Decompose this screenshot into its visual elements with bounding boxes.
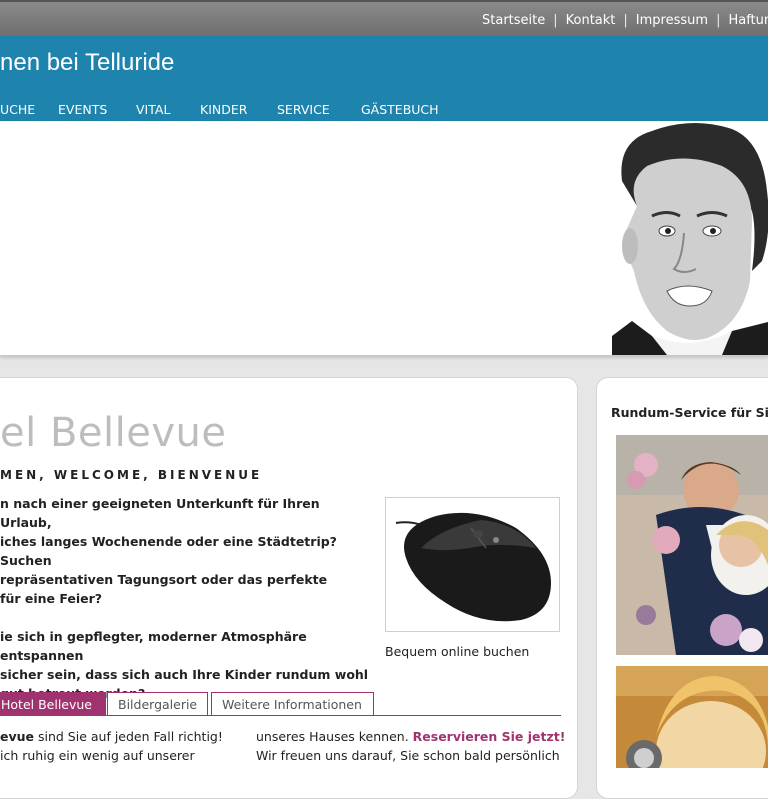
text-line: für eine Feier? bbox=[0, 591, 103, 606]
nav-item-kinder[interactable]: KINDER bbox=[200, 102, 247, 117]
separator: | bbox=[553, 13, 558, 28]
impressum-link[interactable]: Impressum bbox=[636, 13, 708, 28]
portrait-image bbox=[616, 666, 768, 768]
text-line: unseres Hauses kennen. bbox=[256, 729, 413, 744]
wedding-couple-image bbox=[616, 435, 768, 655]
haftung-link[interactable]: Haftun bbox=[728, 13, 768, 28]
computer-mouse-image bbox=[395, 512, 551, 622]
text-line: sicher sein, dass sich auch Ihre Kinder … bbox=[0, 667, 369, 682]
text-line: ie sich in gepflegter, moderner Atmosphä… bbox=[0, 629, 307, 663]
text-line: n nach einer geeigneten Unterkunft für I… bbox=[0, 496, 320, 530]
tab-content-column-1: evue sind Sie auf jeden Fall richtig! ic… bbox=[0, 727, 245, 765]
site-title[interactable]: nen bei Telluride bbox=[0, 49, 174, 77]
text-line: sind Sie auf jeden Fall richtig! bbox=[34, 729, 223, 744]
page-title: el Bellevue bbox=[0, 410, 227, 456]
tab-divider bbox=[0, 715, 561, 716]
product-caption: Bequem online buchen bbox=[385, 644, 530, 659]
top-links: Startseite | Kontakt | Impressum | Haftun bbox=[482, 13, 768, 28]
separator: | bbox=[716, 13, 721, 28]
startseite-link[interactable]: Startseite bbox=[482, 13, 545, 28]
product-image-box[interactable] bbox=[385, 497, 560, 632]
text-line: iches langes Wochenende oder eine Städte… bbox=[0, 534, 337, 568]
tab-bildergalerie[interactable]: Bildergalerie bbox=[107, 692, 208, 716]
nav-item-vital[interactable]: VITAL bbox=[136, 102, 170, 117]
nav-item-gaestebuch[interactable]: GÄSTEBUCH bbox=[361, 102, 439, 117]
kontakt-link[interactable]: Kontakt bbox=[566, 13, 616, 28]
separator: | bbox=[623, 13, 628, 28]
tab-hotel-bellevue[interactable]: Hotel Bellevue bbox=[0, 692, 106, 716]
intro-text: n nach einer geeigneten Unterkunft für I… bbox=[0, 494, 372, 722]
hero-banner bbox=[0, 121, 768, 356]
sidebar-title: Rundum-Service für Sie bbox=[611, 405, 768, 420]
text-line: ich ruhig ein wenig auf unserer bbox=[0, 748, 195, 763]
intro-paragraph-1: n nach einer geeigneten Unterkunft für I… bbox=[0, 494, 372, 608]
second-photo[interactable] bbox=[616, 666, 768, 768]
hotel-name-bold: evue bbox=[0, 729, 35, 744]
top-bar: Startseite | Kontakt | Impressum | Haftun bbox=[0, 0, 768, 36]
text-line: repräsentativen Tagungsort oder das perf… bbox=[0, 572, 328, 587]
tab-weitere-informationen[interactable]: Weitere Informationen bbox=[211, 692, 374, 716]
welcome-subtitle: MEN, WELCOME, BIENVENUE bbox=[0, 468, 263, 482]
reserve-now-link[interactable]: Reservieren Sie jetzt! bbox=[413, 729, 566, 744]
nav-item-suche[interactable]: UCHE bbox=[0, 102, 35, 117]
nav-item-service[interactable]: SERVICE bbox=[277, 102, 330, 117]
text-line: Wir freuen uns darauf, Sie schon bald pe… bbox=[256, 748, 560, 763]
nav-item-events[interactable]: EVENTS bbox=[58, 102, 107, 117]
wedding-photo[interactable] bbox=[616, 435, 768, 655]
site-header: nen bei Telluride UCHE EVENTS VITAL KIND… bbox=[0, 36, 768, 121]
tab-content-column-2: unseres Hauses kennen. Reservieren Sie j… bbox=[256, 727, 566, 765]
man-portrait-image bbox=[612, 123, 768, 355]
